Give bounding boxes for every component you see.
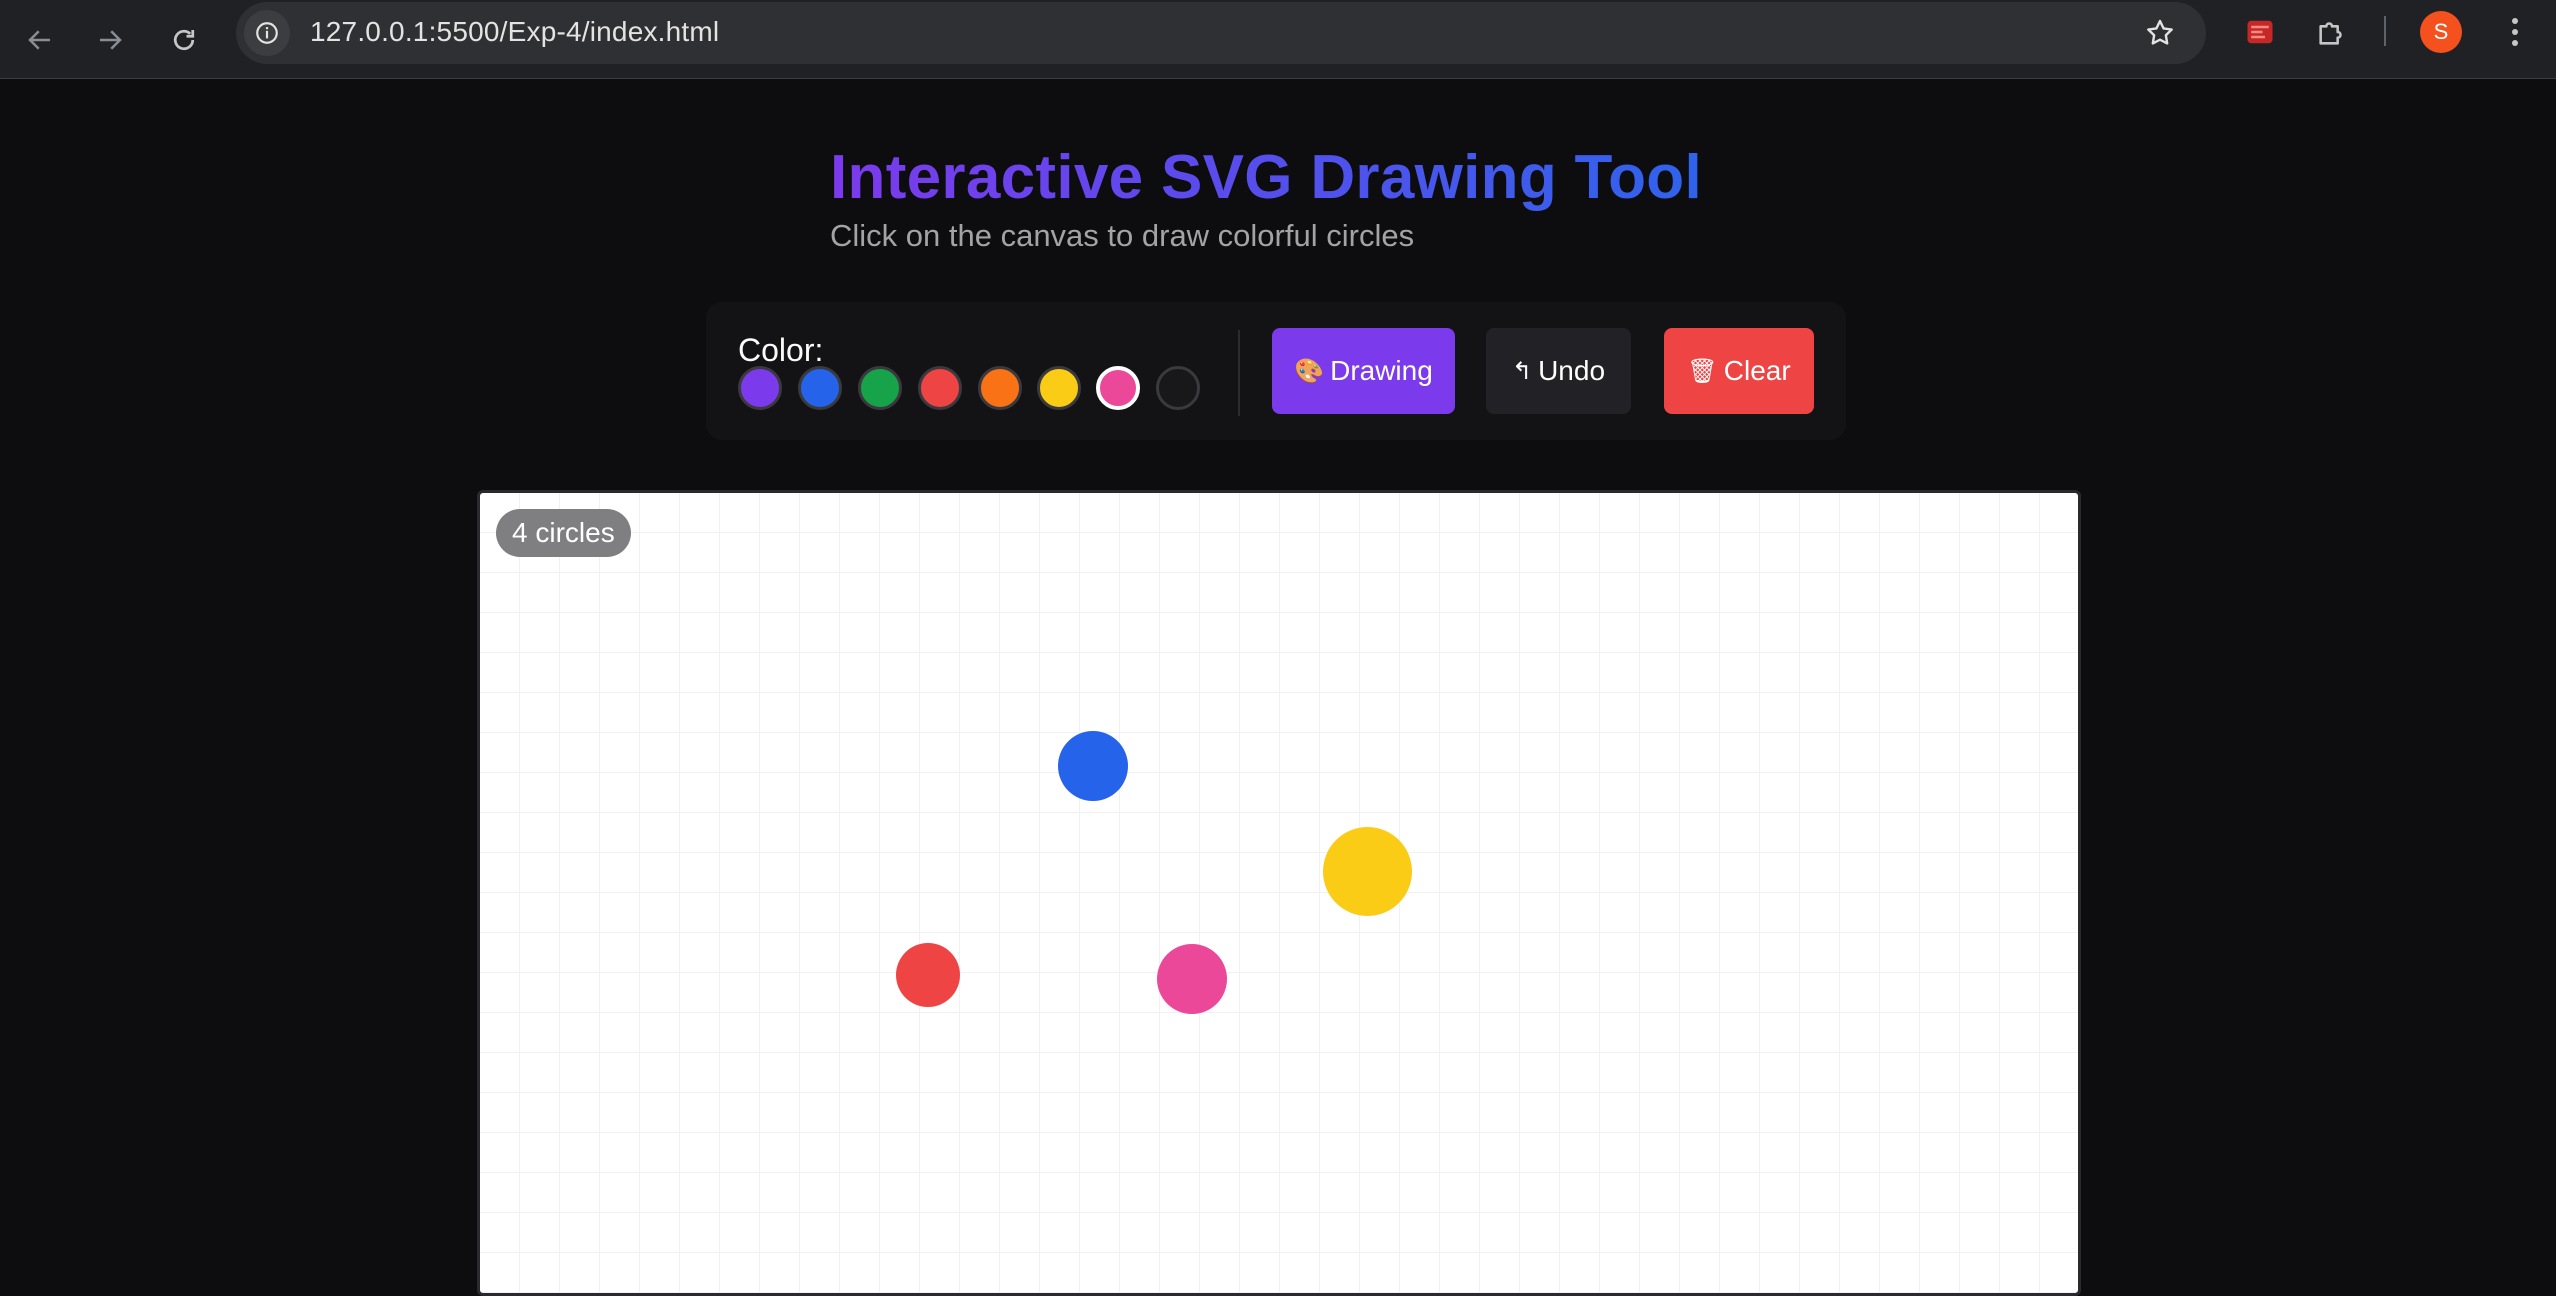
browser-toolbar: 127.0.0.1:5500/Exp-4/index.html S (0, 0, 2556, 79)
forward-arrow-icon (100, 30, 122, 50)
back-button[interactable] (12, 12, 68, 68)
swatch-pink[interactable] (1096, 366, 1140, 410)
extensions-button[interactable] (2312, 12, 2352, 52)
swatch-yellow[interactable] (1037, 366, 1081, 410)
swatch-blue[interactable] (798, 366, 842, 410)
pdf-extension-button[interactable] (2242, 14, 2278, 50)
more-menu-icon[interactable] (2500, 12, 2530, 52)
swatch-green[interactable] (858, 366, 902, 410)
drawing-toolbar: Color: 🎨 Drawing ↰ Undo 🗑 Clear (706, 302, 1846, 440)
palette-icon: 🎨 (1294, 357, 1325, 385)
site-info-icon (256, 22, 278, 44)
profile-initial: S (2433, 19, 2449, 44)
toolbar-separator (2384, 16, 2386, 46)
drawn-circle (896, 943, 960, 1007)
swatch-orange[interactable] (978, 366, 1022, 410)
drawn-circle (1058, 731, 1128, 801)
site-info-button[interactable] (244, 10, 290, 56)
drawing-mode-button[interactable]: 🎨 Drawing (1272, 328, 1455, 414)
reload-button[interactable] (156, 12, 212, 68)
undo-button[interactable]: ↰ Undo (1486, 328, 1631, 414)
page-title: Interactive SVG Drawing Tool (830, 143, 1702, 212)
drawing-label: Drawing (1330, 355, 1433, 386)
undo-label: Undo (1538, 355, 1606, 386)
back-arrow-icon (28, 30, 50, 50)
drawn-circle (1157, 944, 1227, 1014)
color-label: Color: (738, 332, 824, 368)
swatch-red[interactable] (918, 366, 962, 410)
clear-label: Clear (1723, 355, 1791, 386)
address-bar[interactable]: 127.0.0.1:5500/Exp-4/index.html (236, 2, 2206, 64)
url-text[interactable]: 127.0.0.1:5500/Exp-4/index.html (310, 16, 719, 48)
undo-icon: ↰ (1511, 357, 1533, 385)
pdf-extension-icon (2247, 20, 2273, 44)
bookmark-button[interactable] (2142, 15, 2178, 51)
clear-button[interactable]: 🗑 Clear (1664, 328, 1814, 414)
drawn-circle (1323, 827, 1412, 916)
swatch-purple[interactable] (738, 366, 782, 410)
profile-avatar[interactable]: S (2420, 11, 2462, 53)
circle-count-badge: 4 circles (496, 509, 631, 557)
toolbar-divider (1238, 330, 1240, 416)
swatch-black[interactable] (1156, 366, 1200, 410)
bookmark-star-icon (2147, 19, 2173, 45)
forward-button[interactable] (82, 12, 138, 68)
drawing-canvas[interactable]: 4 circles (477, 490, 2081, 1296)
reload-icon (173, 29, 195, 51)
trash-icon: 🗑 (1687, 357, 1718, 385)
extensions-puzzle-icon (2319, 22, 2342, 45)
page-subtitle: Click on the canvas to draw colorful cir… (830, 218, 1415, 253)
